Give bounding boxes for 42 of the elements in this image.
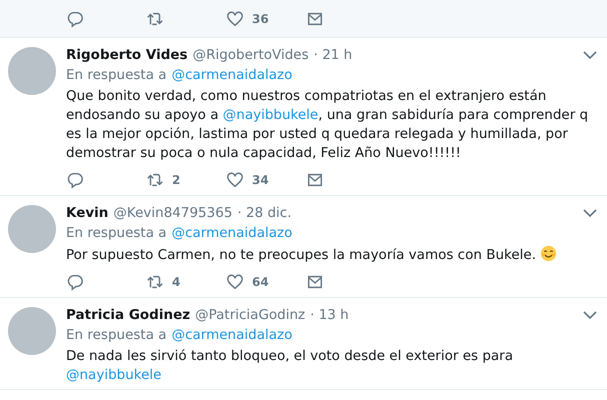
tweet-text: Que bonito verdad, como nuestros compatriotas en el extranjero están endosando su apoyo a @nayibbukele, una gran sabiduría para comprender q es la mejor opción, lastima por usted q quedara relegada y humillada, por demostrar su poca o nula capacidad, Feliz Año Nuevo!!!!!!	[66, 87, 590, 163]
envelope-icon[interactable]	[306, 273, 324, 291]
retweet-icon[interactable]	[146, 273, 164, 291]
retweet-count: 2	[172, 173, 180, 187]
heart-icon[interactable]	[226, 273, 244, 291]
like-count: 64	[252, 275, 269, 289]
avatar-photo-placeholder	[8, 47, 56, 95]
tweet-time[interactable]: · 28 dic.	[237, 205, 292, 221]
tweet-text: De nada les sirvió tanto bloqueo, el voto desde el exterior es para @nayibbukele	[66, 347, 514, 385]
chevron-down-icon[interactable]	[583, 50, 597, 60]
retweet-count: 4	[172, 275, 180, 289]
smiling-face-icon	[540, 245, 558, 262]
mention-link[interactable]: @carmenaidalazo	[172, 327, 292, 343]
reply-label: En respuesta a	[66, 67, 167, 83]
avatar-photo-placeholder	[8, 205, 56, 253]
mention-link[interactable]: @carmenaidalazo	[172, 67, 292, 83]
user-handle[interactable]: @RigobertoVides	[192, 47, 309, 63]
user-name[interactable]: Rigoberto Vides	[66, 47, 188, 63]
tweet-text: Por supuesto Carmen, no te preocupes la mayoría vamos con Bukele.	[66, 245, 597, 265]
heart-icon[interactable]	[226, 10, 244, 28]
user-name[interactable]: Patricia Godinez	[66, 307, 190, 323]
user-handle[interactable]: @PatriciaGodinz	[195, 307, 306, 323]
chevron-down-icon[interactable]	[583, 208, 597, 218]
mention-link[interactable]: @carmenaidalazo	[172, 225, 292, 241]
like-count: 34	[252, 173, 269, 187]
tweet-time[interactable]: · 13 h	[310, 307, 349, 323]
mention-link[interactable]: @nayibbukele	[66, 367, 162, 383]
heart-icon[interactable]	[226, 171, 244, 189]
mention-link[interactable]: @nayibbukele	[222, 107, 318, 123]
speech-bubble-icon[interactable]	[66, 273, 84, 291]
reply-label: En respuesta a	[66, 327, 167, 343]
user-handle[interactable]: @Kevin84795365	[113, 205, 232, 221]
retweet-icon[interactable]	[146, 171, 164, 189]
envelope-icon[interactable]	[306, 171, 324, 189]
speech-bubble-icon[interactable]	[66, 171, 84, 189]
chevron-down-icon[interactable]	[583, 310, 597, 320]
like-count: 36	[252, 12, 269, 26]
reply-label: En respuesta a	[66, 225, 167, 241]
tweet-time[interactable]: · 21 h	[314, 47, 352, 63]
avatar-photo-placeholder	[8, 307, 56, 355]
user-name[interactable]: Kevin	[66, 205, 108, 221]
speech-bubble-icon[interactable]	[66, 10, 84, 28]
